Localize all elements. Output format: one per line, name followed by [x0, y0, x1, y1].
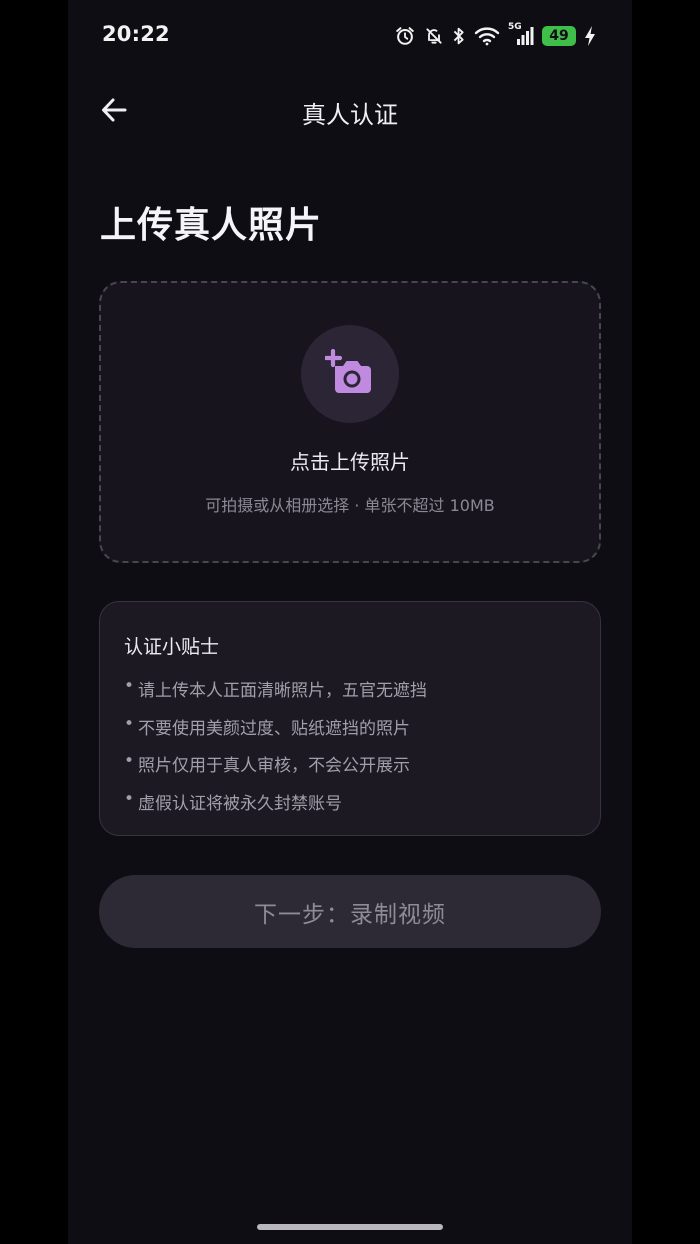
tip-item: • 虚假认证将被永久封禁账号	[124, 789, 427, 827]
photo-upload-area[interactable]: 点击上传照片 可拍摄或从相册选择 · 单张不超过 10MB	[99, 281, 601, 563]
status-time: 20:22	[102, 22, 170, 46]
home-indicator[interactable]	[257, 1224, 443, 1230]
wifi-icon	[474, 26, 500, 46]
charging-icon	[584, 25, 596, 47]
tips-card: 认证小贴士 • 请上传本人正面清晰照片，五官无遮挡 • 不要使用美颜过度、贴纸遮…	[99, 601, 601, 836]
upload-subtitle: 可拍摄或从相册选择 · 单张不超过 10MB	[205, 496, 495, 515]
add-photo-icon	[323, 348, 375, 399]
alarm-icon	[394, 25, 416, 47]
tips-title: 认证小贴士	[124, 636, 220, 658]
next-step-button[interactable]: 下一步：录制视频	[99, 875, 601, 948]
tip-text: 请上传本人正面清晰照片，五官无遮挡	[138, 681, 427, 701]
tip-item: • 请上传本人正面清晰照片，五官无遮挡	[124, 676, 427, 714]
tips-list: • 请上传本人正面清晰照片，五官无遮挡 • 不要使用美颜过度、贴纸遮挡的照片 •…	[124, 676, 427, 826]
page-heading: 上传真人照片	[100, 205, 323, 246]
bell-off-icon	[424, 25, 444, 47]
bullet: •	[124, 676, 135, 696]
camera-button[interactable]	[301, 325, 399, 423]
signal-icon: 5G	[508, 22, 534, 47]
tip-text: 照片仅用于真人审核，不会公开展示	[138, 756, 410, 776]
status-icons: 5G 49	[394, 22, 596, 48]
tip-item: • 不要使用美颜过度、贴纸遮挡的照片	[124, 714, 427, 752]
tip-text: 虚假认证将被永久封禁账号	[138, 793, 342, 814]
tip-text: 不要使用美颜过度、贴纸遮挡的照片	[138, 718, 410, 739]
nav-title: 真人认证	[302, 101, 398, 129]
tip-item: • 照片仅用于真人审核，不会公开展示	[124, 751, 427, 789]
bullet: •	[124, 751, 135, 771]
battery-icon: 49	[542, 26, 576, 46]
phone-screen: 20:22 5G 49 真人认证 上传真人照片 点击上传照片 可拍摄或从相册选择…	[68, 0, 632, 1244]
bullet: •	[124, 788, 135, 809]
bluetooth-icon	[452, 25, 466, 47]
upload-title: 点击上传照片	[290, 450, 410, 474]
bullet: •	[124, 713, 135, 734]
